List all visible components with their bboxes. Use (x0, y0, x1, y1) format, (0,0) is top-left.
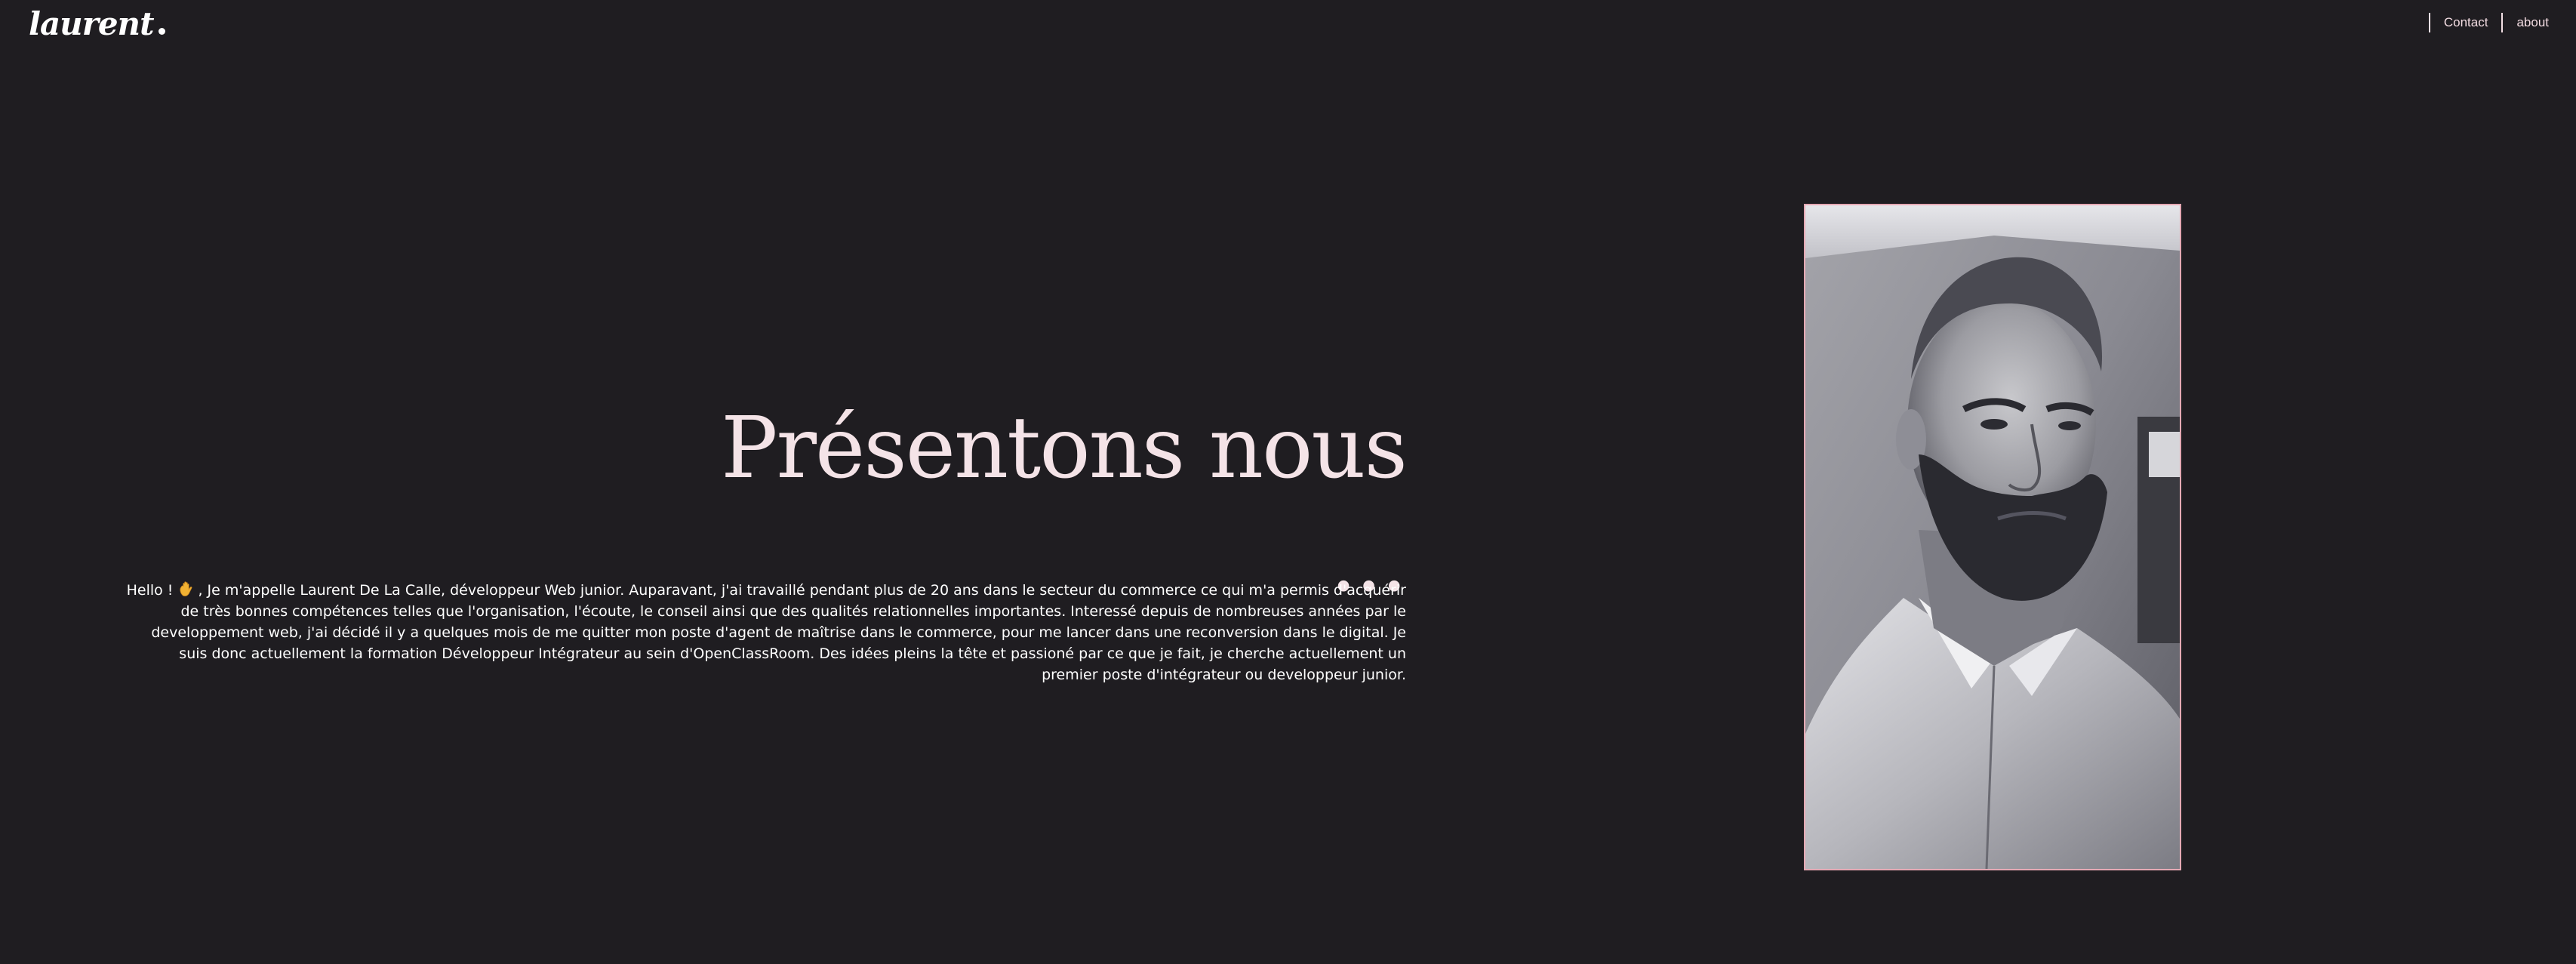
nav-label-contact: Contact (2443, 15, 2488, 29)
nav-link-contact[interactable]: Contact (2428, 13, 2488, 32)
logo-text: laurent (29, 5, 154, 42)
waving-hand-icon (180, 581, 192, 596)
main-nav: Contact about (2428, 13, 2549, 32)
nav-link-about[interactable]: about (2501, 13, 2549, 32)
nav-label-about: about (2516, 15, 2549, 29)
intro-greeting: Hello ! (126, 582, 178, 599)
profile-photo (1804, 204, 2181, 870)
logo-dot (158, 28, 165, 35)
site-logo[interactable]: laurent (29, 3, 165, 45)
portrait-image (1805, 205, 2180, 869)
nav-divider (2428, 13, 2430, 32)
intro-paragraph: Hello ! , Je m'appelle Laurent De La Cal… (121, 580, 1406, 685)
nav-divider (2501, 13, 2504, 32)
intro-text: , Je m'appelle Laurent De La Calle, déve… (151, 582, 1406, 683)
